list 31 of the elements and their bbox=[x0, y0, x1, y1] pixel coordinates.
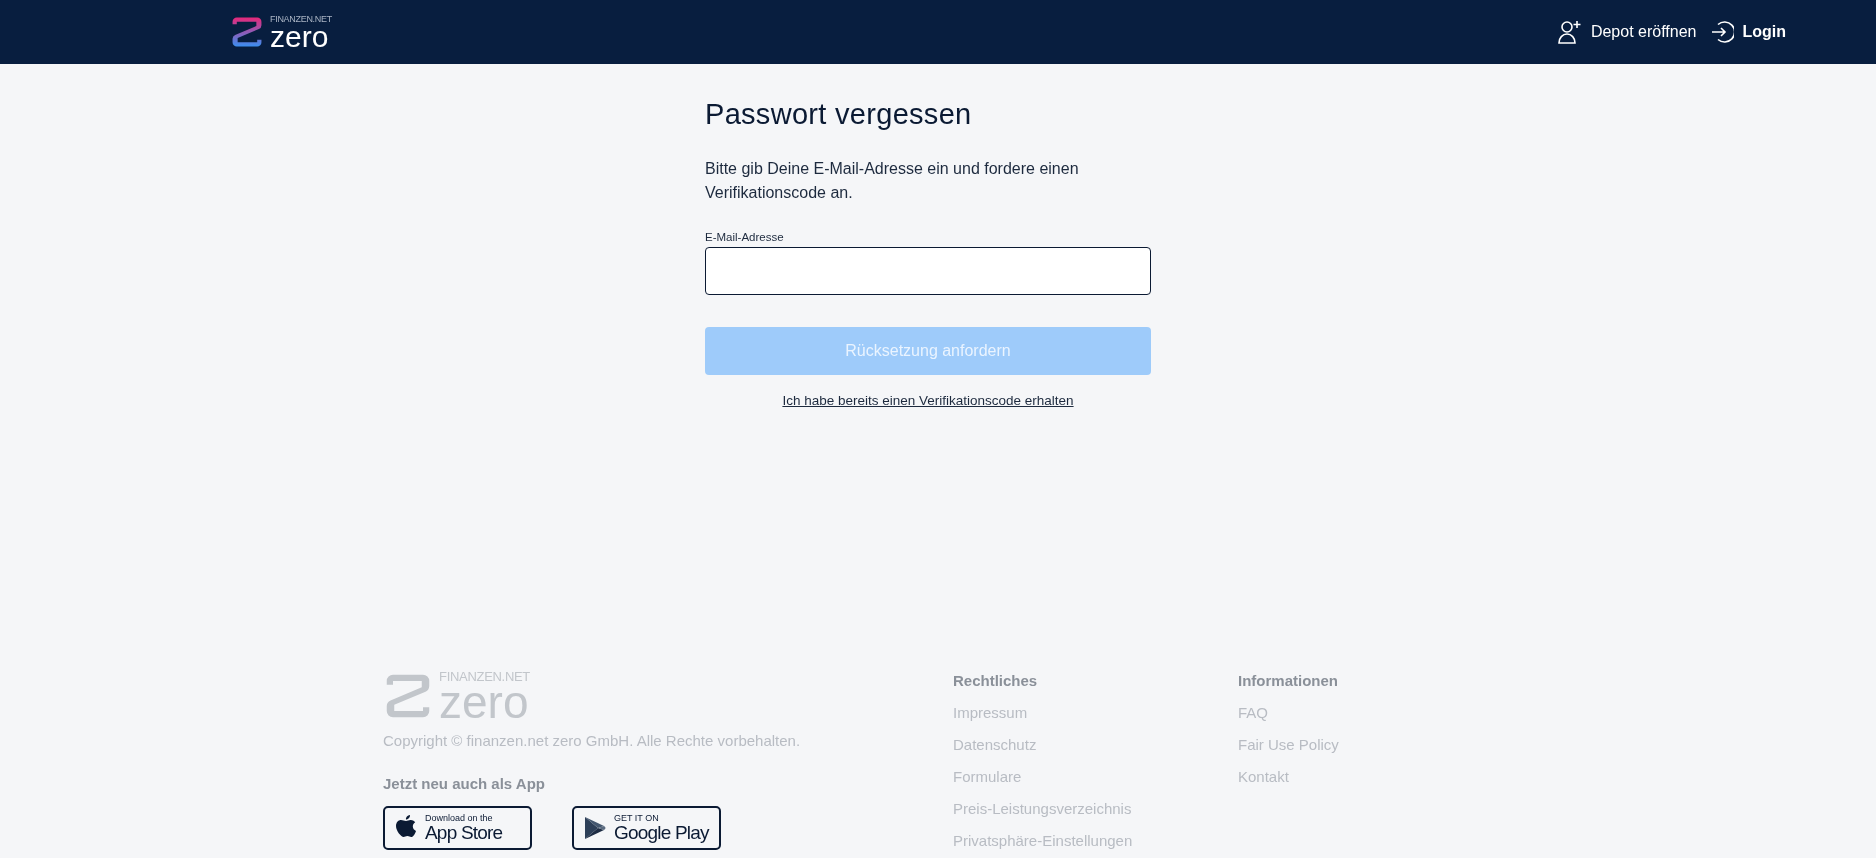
copyright-text: Copyright © finanzen.net zero GmbH. Alle Rechte vorbehalten. bbox=[383, 732, 802, 750]
email-label: E-Mail-Adresse bbox=[705, 231, 785, 243]
badge-store-name: App Store bbox=[425, 823, 503, 843]
footer-link[interactable]: FAQ bbox=[1238, 697, 1523, 729]
footer-link[interactable]: Kontakt bbox=[1238, 761, 1523, 793]
footer-link[interactable]: Fair Use Policy bbox=[1238, 729, 1523, 761]
have-code-link[interactable]: Ich habe bereits einen Verifikationscode erhalten bbox=[782, 393, 1074, 408]
play-icon bbox=[584, 816, 606, 841]
logo-name-text: zero bbox=[270, 23, 329, 50]
google-play-badge[interactable]: GET IT ON Google Play bbox=[572, 806, 721, 851]
intro-text: Bitte gib Deine E-Mail-Adresse ein und fordere einen Verifikationscode an. bbox=[705, 159, 1080, 203]
badge-store-name: Google Play bbox=[614, 823, 709, 843]
page-title: Passwort vergessen bbox=[705, 98, 973, 131]
footer-column-title: Informationen bbox=[1238, 672, 1339, 689]
badge-caption: Download on the bbox=[425, 814, 494, 824]
logo-brand-text: FINANZEN.NET bbox=[270, 14, 332, 24]
login-icon bbox=[1710, 20, 1735, 44]
footer-link[interactable]: Formulare bbox=[953, 761, 1238, 793]
login-link[interactable]: Login bbox=[1710, 20, 1786, 44]
badge-caption: GET IT ON bbox=[614, 814, 660, 824]
footer-link[interactable]: Preis-Leistungsverzeichnis bbox=[953, 793, 1238, 825]
footer-column-title: Rechtliches bbox=[953, 672, 1039, 689]
footer-link[interactable]: Privatsphäre-Einstellungen bbox=[953, 825, 1238, 857]
footer-link[interactable]: Datenschutz bbox=[953, 729, 1238, 761]
logo-mark-icon bbox=[230, 15, 264, 49]
app-heading: Jetzt neu auch als App bbox=[383, 775, 546, 793]
email-field[interactable] bbox=[705, 247, 1151, 295]
footer-link[interactable]: Impressum bbox=[953, 697, 1238, 729]
open-account-link[interactable]: Depot eröffnen bbox=[1556, 19, 1697, 45]
app-store-badge[interactable]: Download on the App Store bbox=[383, 806, 532, 851]
add-user-icon bbox=[1556, 19, 1583, 45]
